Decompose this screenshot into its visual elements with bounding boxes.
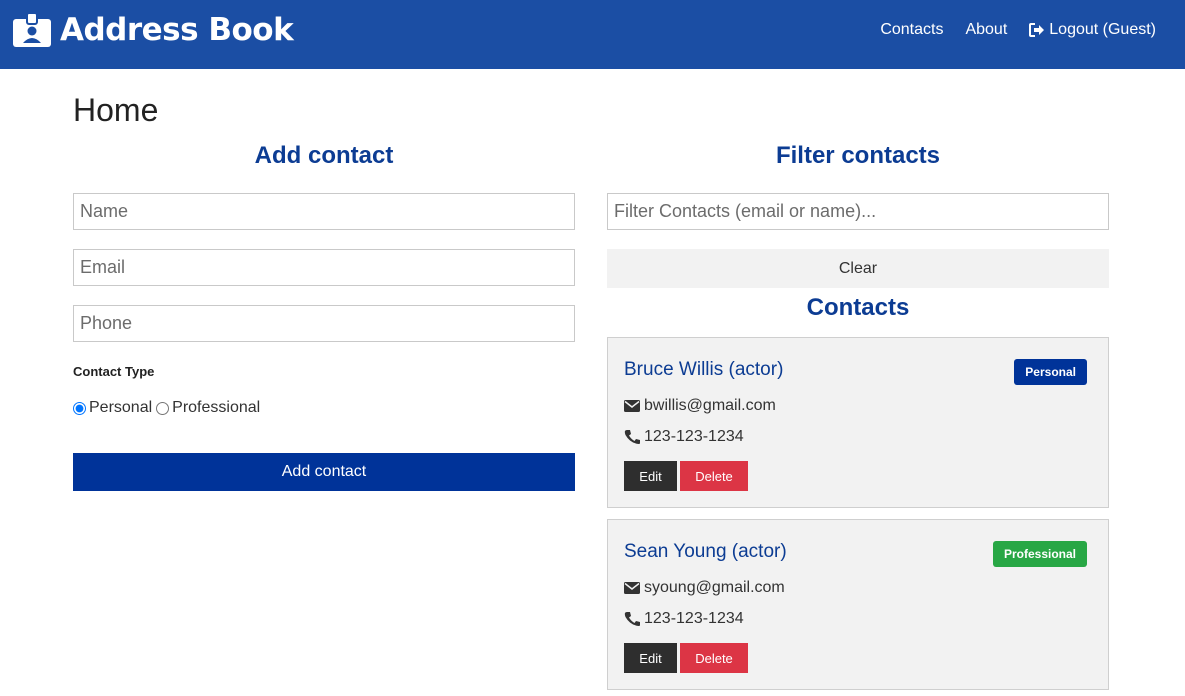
radio-professional[interactable] (156, 401, 170, 415)
id-badge-icon (13, 13, 51, 47)
email-input[interactable] (73, 249, 575, 286)
clear-button[interactable]: Clear (607, 249, 1109, 288)
filter-contacts-heading: Filter contacts (775, 142, 941, 169)
brand[interactable]: Address Book (13, 12, 294, 48)
contact-phone: 123-123-1234 (644, 428, 744, 445)
radio-personal-label: Personal (89, 399, 153, 416)
delete-button[interactable]: Delete (680, 643, 748, 673)
phone-input[interactable] (73, 305, 575, 342)
delete-button[interactable]: Delete (680, 461, 748, 491)
filter-input[interactable] (607, 193, 1109, 230)
nav-link-about[interactable]: About (965, 20, 1007, 40)
edit-button[interactable]: Edit (624, 643, 677, 673)
nav-link-logout[interactable]: Logout (Guest) (1029, 20, 1156, 40)
contact-email-line: bwillis@gmail.com (624, 396, 776, 416)
contact-type-radios: Personal Professional (73, 399, 264, 417)
contact-name: Sean Young (actor) (624, 541, 787, 562)
contact-email-line: syoung@gmail.com (624, 578, 785, 598)
contact-email: syoung@gmail.com (644, 579, 785, 596)
contact-email: bwillis@gmail.com (644, 397, 776, 414)
contact-type-badge: Professional (992, 541, 1087, 567)
brand-title: Address Book (60, 12, 294, 48)
logout-label: Logout (Guest) (1049, 21, 1156, 38)
navbar: Address Book Contacts About Logout (Gues… (0, 0, 1185, 69)
envelope-icon (624, 400, 640, 412)
phone-icon (624, 612, 640, 626)
contact-phone-line: 123-123-1234 (624, 609, 744, 629)
page-title: Home (73, 92, 159, 128)
add-contact-heading: Add contact (254, 142, 394, 169)
contact-name: Bruce Willis (actor) (624, 359, 784, 380)
logout-icon (1029, 23, 1045, 37)
nav-links: Contacts About Logout (Guest) (858, 20, 1156, 40)
name-input[interactable] (73, 193, 575, 230)
radio-professional-label: Professional (172, 399, 261, 416)
phone-icon (624, 430, 640, 444)
radio-personal[interactable] (73, 401, 86, 415)
edit-button[interactable]: Edit (624, 461, 677, 491)
contact-type-badge: Personal (1014, 359, 1087, 385)
contact-phone: 123-123-1234 (644, 610, 744, 627)
nav-link-contacts[interactable]: Contacts (880, 20, 943, 40)
contact-phone-line: 123-123-1234 (624, 427, 744, 447)
add-contact-button[interactable]: Add contact (73, 453, 575, 491)
contact-card: Sean Young (actor) Professional syoung@g… (607, 519, 1109, 690)
contact-type-label: Contact Type (73, 364, 155, 379)
contact-card: Bruce Willis (actor) Personal bwillis@gm… (607, 337, 1109, 508)
envelope-icon (624, 582, 640, 594)
contacts-heading: Contacts (806, 294, 910, 321)
